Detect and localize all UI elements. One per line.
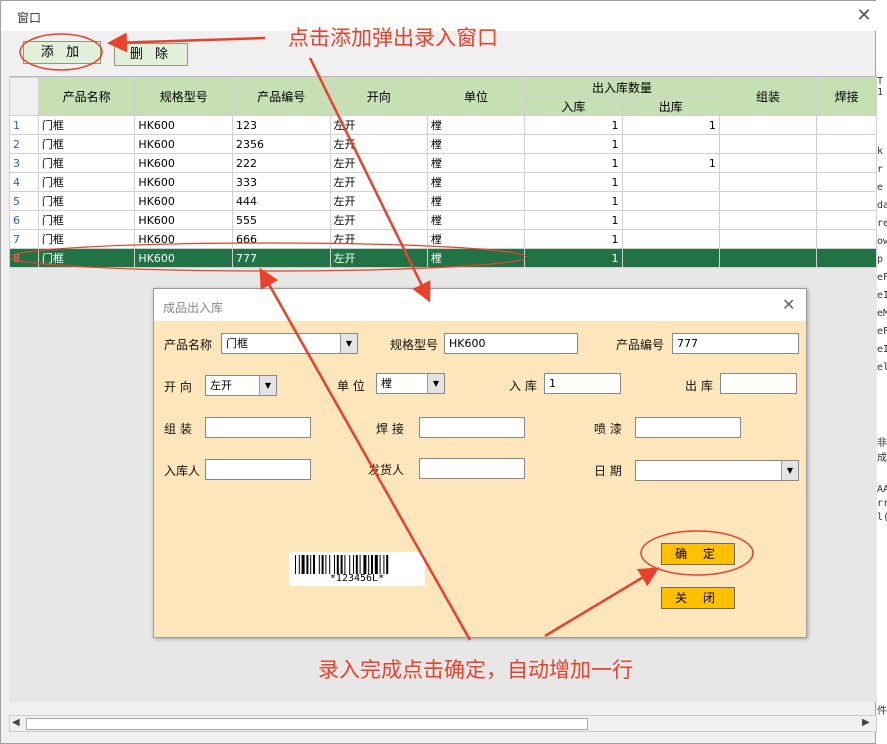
highlight-add-ellipse: [19, 33, 103, 71]
annotation-top: 点击添加弹出录入窗口: [288, 26, 498, 50]
arrow-to-dialog: [308, 57, 431, 303]
arrow-to-add: [107, 32, 266, 53]
arrow-to-confirm: [544, 567, 660, 638]
annotation-bottom: 录入完成点击确定，自动增加一行: [318, 658, 633, 682]
annotation-arrows: [9, 32, 754, 641]
highlight-row-ellipse: [9, 242, 527, 272]
arrow-to-new-row: [259, 267, 472, 641]
highlight-confirm-ellipse: [640, 530, 754, 576]
